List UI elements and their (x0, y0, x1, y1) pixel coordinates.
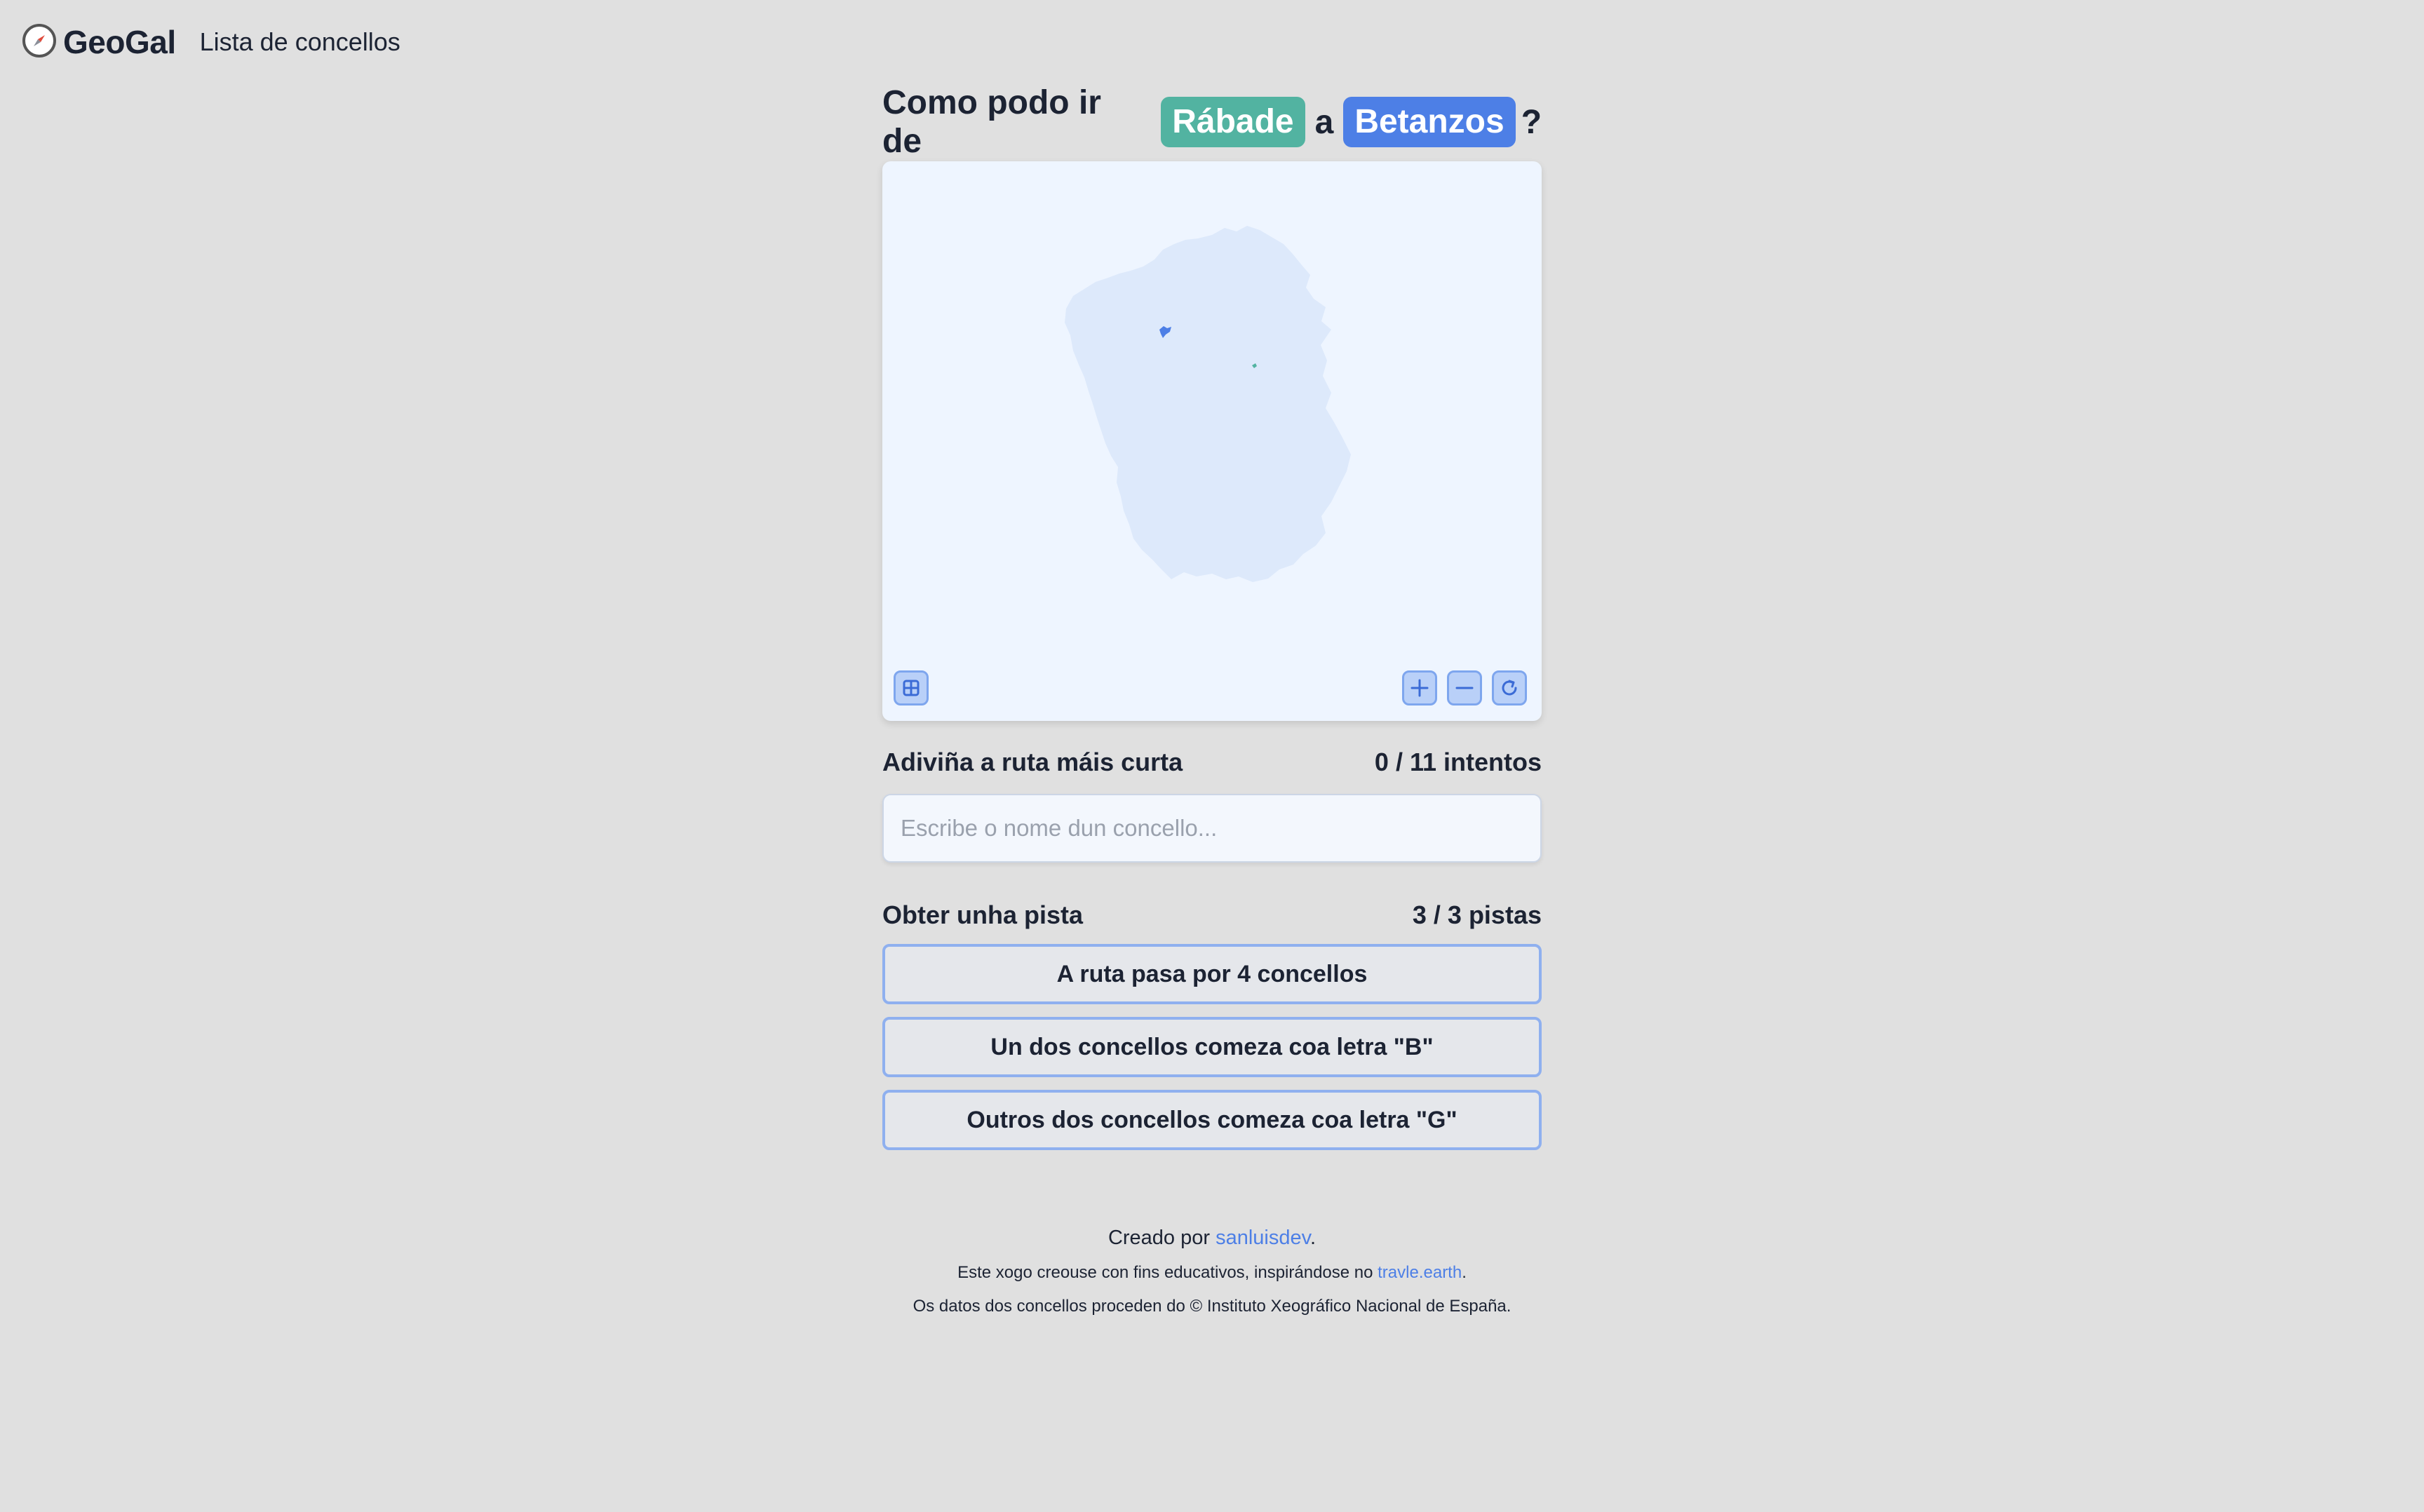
map-panel[interactable] (882, 161, 1542, 721)
question-prefix: Como podo ir de (882, 84, 1101, 160)
compass-icon (21, 22, 63, 62)
brand-logo[interactable]: GeoGal (21, 22, 176, 62)
layers-icon (903, 680, 920, 696)
destination-badge: Betanzos (1343, 97, 1516, 147)
hint-button-2[interactable]: Un dos concellos comeza coa letra "B" (882, 1017, 1542, 1077)
game-panel: Como podo ir de Rábade a Betanzos ? Adiv… (882, 84, 1542, 1150)
reset-icon (1502, 680, 1517, 696)
hint-button-1[interactable]: A ruta pasa por 4 concellos (882, 944, 1542, 1004)
reset-view-button[interactable] (1492, 670, 1527, 706)
guess-label: Adiviña a ruta máis curta (882, 748, 1183, 776)
origin-badge: Rábade (1161, 97, 1305, 147)
nav-link-concellos[interactable]: Lista de concellos (200, 27, 400, 57)
author-link[interactable]: sanluisdev (1216, 1227, 1310, 1249)
minus-icon (1455, 687, 1474, 689)
credits-line: Creado por sanluisdev. (882, 1220, 1542, 1255)
plus-icon (1410, 679, 1429, 697)
hint-label: Obter unha pista (882, 900, 1084, 929)
inspiration-text: Este xogo creouse con fins educativos, i… (957, 1263, 1373, 1282)
municipality-search-input[interactable] (882, 794, 1542, 863)
galicia-region (1065, 226, 1351, 582)
top-bar: GeoGal Lista de concellos (21, 21, 400, 63)
hint-header: Obter unha pista 3 / 3 pistas (882, 899, 1542, 931)
guess-header: Adiviña a ruta máis curta 0 / 11 intento… (882, 746, 1542, 778)
data-source-line: Os datos dos concellos proceden do © Ins… (913, 1297, 1511, 1316)
question-suffix: ? (1521, 103, 1542, 141)
galicia-map[interactable] (882, 161, 1542, 721)
brand-name: GeoGal (63, 24, 176, 60)
route-question: Como podo ir de Rábade a Betanzos ? (882, 84, 1542, 160)
page-footer: Creado por sanluisdev. Este xogo creouse… (882, 1220, 1542, 1323)
attempts-counter: 0 / 11 intentos (1374, 748, 1542, 776)
hint-button-3[interactable]: Outros dos concellos comeza coa letra "G… (882, 1090, 1542, 1150)
inspiration-line: Este xogo creouse con fins educativos, i… (882, 1255, 1542, 1290)
zoom-in-button[interactable] (1402, 670, 1437, 706)
credits-text: Creado por (1107, 1227, 1211, 1249)
hints-counter: 3 / 3 pistas (1412, 900, 1542, 929)
inspiration-period: . (1462, 1263, 1467, 1282)
credits-period: . (1309, 1227, 1317, 1249)
layers-button[interactable] (894, 670, 929, 706)
question-connector: a (1314, 103, 1334, 141)
zoom-out-button[interactable] (1447, 670, 1482, 706)
inspiration-link[interactable]: travle.earth (1378, 1263, 1462, 1282)
